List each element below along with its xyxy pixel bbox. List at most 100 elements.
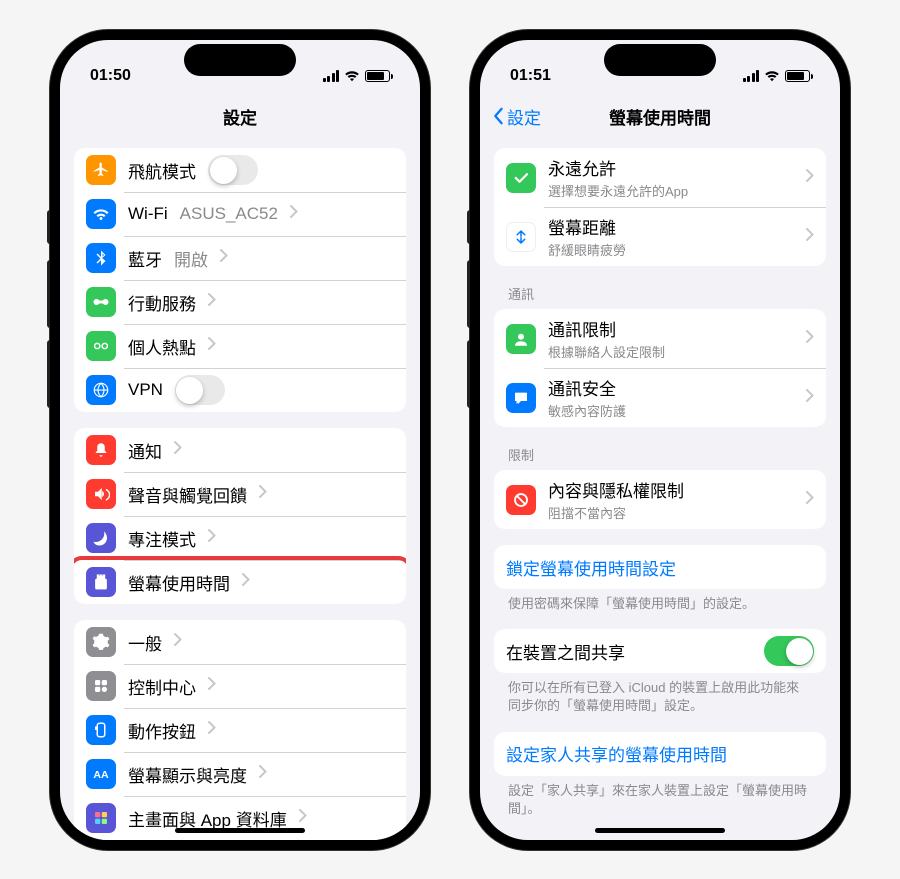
row-focus[interactable]: 專注模式 <box>74 516 406 560</box>
wifi-icon <box>344 70 360 82</box>
group-family: 設定家人共享的螢幕使用時間 <box>494 732 826 776</box>
status-icons <box>743 70 811 82</box>
row-vpn[interactable]: VPN <box>74 368 406 412</box>
row-display[interactable]: AA 螢幕顯示與亮度 <box>74 752 406 796</box>
label: 專注模式 <box>128 526 196 551</box>
label: 在裝置之間共享 <box>506 639 752 664</box>
label: 通訊限制 <box>548 316 794 341</box>
control-center-icon <box>86 671 116 701</box>
battery-icon <box>365 70 390 82</box>
sublabel: 選擇想要永遠允許的App <box>548 181 794 200</box>
screen-time-icon <box>86 567 116 597</box>
wifi-icon <box>764 70 780 82</box>
row-action-button[interactable]: 動作按鈕 <box>74 708 406 752</box>
phone-left: 01:50 設定 飛航模式 Wi-Fi ASUS_AC52 <box>50 30 430 850</box>
nav-bar: 設定 螢幕使用時間 <box>480 94 840 138</box>
link-label: 鎖定螢幕使用時間設定 <box>506 555 676 580</box>
row-notifications[interactable]: 通知 <box>74 428 406 472</box>
settings-list[interactable]: 飛航模式 Wi-Fi ASUS_AC52 藍牙 開啟 行動服 <box>60 138 420 840</box>
chevron-right-icon <box>806 169 814 187</box>
row-lock-settings[interactable]: 鎖定螢幕使用時間設定 <box>494 545 826 589</box>
vpn-toggle[interactable] <box>175 375 225 405</box>
chevron-right-icon <box>208 529 216 547</box>
row-bluetooth[interactable]: 藍牙 開啟 <box>74 236 406 280</box>
display-icon: AA <box>86 759 116 789</box>
label: 聲音與觸覺回饋 <box>128 482 247 507</box>
row-family-share[interactable]: 設定家人共享的螢幕使用時間 <box>494 732 826 776</box>
sublabel: 根據聯絡人設定限制 <box>548 342 794 361</box>
wifi-value: ASUS_AC52 <box>180 204 278 224</box>
bluetooth-value: 開啟 <box>174 246 208 271</box>
chevron-right-icon <box>259 485 267 503</box>
group-share: 在裝置之間共享 <box>494 629 826 673</box>
chevron-right-icon <box>259 765 267 783</box>
sublabel: 舒緩眼睛疲勞 <box>548 240 794 259</box>
row-sound[interactable]: 聲音與觸覺回饋 <box>74 472 406 516</box>
row-general[interactable]: 一般 <box>74 620 406 664</box>
share-toggle[interactable] <box>764 636 814 666</box>
group-notifications: 通知 聲音與觸覺回饋 專注模式 螢幕使用時間 <box>74 428 406 604</box>
row-share-devices[interactable]: 在裝置之間共享 <box>494 629 826 673</box>
airplane-toggle[interactable] <box>208 155 258 185</box>
row-hotspot[interactable]: 個人熱點 <box>74 324 406 368</box>
screen-time-list[interactable]: 永遠允許 選擇想要永遠允許的App 螢幕距離 舒緩眼睛疲勞 通訊 <box>480 138 840 840</box>
cellular-icon <box>86 287 116 317</box>
page-title: 螢幕使用時間 <box>609 104 711 129</box>
sound-icon <box>86 479 116 509</box>
restriction-icon <box>506 485 536 515</box>
label: 飛航模式 <box>128 158 196 183</box>
chevron-right-icon <box>806 389 814 407</box>
row-airplane-mode[interactable]: 飛航模式 <box>74 148 406 192</box>
label: Wi-Fi <box>128 204 168 224</box>
row-home-screen[interactable]: 主畫面與 App 資料庫 <box>74 796 406 840</box>
home-indicator[interactable] <box>175 828 305 833</box>
label: 螢幕使用時間 <box>128 570 230 595</box>
status-time: 01:50 <box>90 67 131 85</box>
svg-text:AA: AA <box>93 769 109 781</box>
row-communication-safety[interactable]: 通訊安全 敏感內容防護 <box>494 368 826 427</box>
nav-bar: 設定 <box>60 94 420 138</box>
chevron-right-icon <box>208 337 216 355</box>
notifications-icon <box>86 435 116 465</box>
row-content-privacy[interactable]: 內容與隱私權限制 阻擋不當內容 <box>494 470 826 529</box>
gear-icon <box>86 627 116 657</box>
row-wifi[interactable]: Wi-Fi ASUS_AC52 <box>74 192 406 236</box>
chevron-right-icon <box>174 441 182 459</box>
row-control-center[interactable]: 控制中心 <box>74 664 406 708</box>
chevron-right-icon <box>208 721 216 739</box>
airplane-icon <box>86 155 116 185</box>
row-screen-distance[interactable]: 螢幕距離 舒緩眼睛疲勞 <box>494 207 826 266</box>
row-communication-limits[interactable]: 通訊限制 根據聯絡人設定限制 <box>494 309 826 368</box>
chevron-right-icon <box>208 293 216 311</box>
chevron-right-icon <box>208 677 216 695</box>
label: 螢幕距離 <box>548 214 794 239</box>
screen-right: 01:51 設定 螢幕使用時間 永遠允許 選擇想要永遠允許的App <box>480 40 840 840</box>
footer-family: 設定「家人共享」來在家人裝置上設定「螢幕使用時間」。 <box>494 776 826 818</box>
focus-icon <box>86 523 116 553</box>
label: 永遠允許 <box>548 155 794 180</box>
bluetooth-icon <box>86 243 116 273</box>
label: 動作按鈕 <box>128 718 196 743</box>
label: 主畫面與 App 資料庫 <box>128 806 287 831</box>
group-general: 一般 控制中心 動作按鈕 AA 螢幕顯示與亮度 <box>74 620 406 840</box>
cellular-signal-icon <box>323 70 340 82</box>
link-label: 設定家人共享的螢幕使用時間 <box>506 741 727 766</box>
row-screen-time[interactable]: 螢幕使用時間 <box>74 560 406 604</box>
check-icon <box>506 163 536 193</box>
dynamic-island <box>184 44 296 76</box>
footer-lock: 使用密碼來保障「螢幕使用時間」的設定。 <box>494 589 826 613</box>
row-always-allowed[interactable]: 永遠允許 選擇想要永遠允許的App <box>494 148 826 207</box>
group-connectivity: 飛航模式 Wi-Fi ASUS_AC52 藍牙 開啟 行動服 <box>74 148 406 412</box>
chevron-right-icon <box>174 633 182 651</box>
footer-share: 你可以在所有已登入 iCloud 的裝置上啟用此功能來同步你的「螢幕使用時間」設… <box>494 673 826 715</box>
message-icon <box>506 383 536 413</box>
row-cellular[interactable]: 行動服務 <box>74 280 406 324</box>
battery-icon <box>785 70 810 82</box>
group-allowed: 永遠允許 選擇想要永遠允許的App 螢幕距離 舒緩眼睛疲勞 <box>494 148 826 266</box>
chevron-left-icon <box>492 107 504 125</box>
home-indicator[interactable] <box>595 828 725 833</box>
back-button[interactable]: 設定 <box>492 104 541 129</box>
label: 通知 <box>128 438 162 463</box>
phone-right: 01:51 設定 螢幕使用時間 永遠允許 選擇想要永遠允許的App <box>470 30 850 850</box>
hotspot-icon <box>86 331 116 361</box>
